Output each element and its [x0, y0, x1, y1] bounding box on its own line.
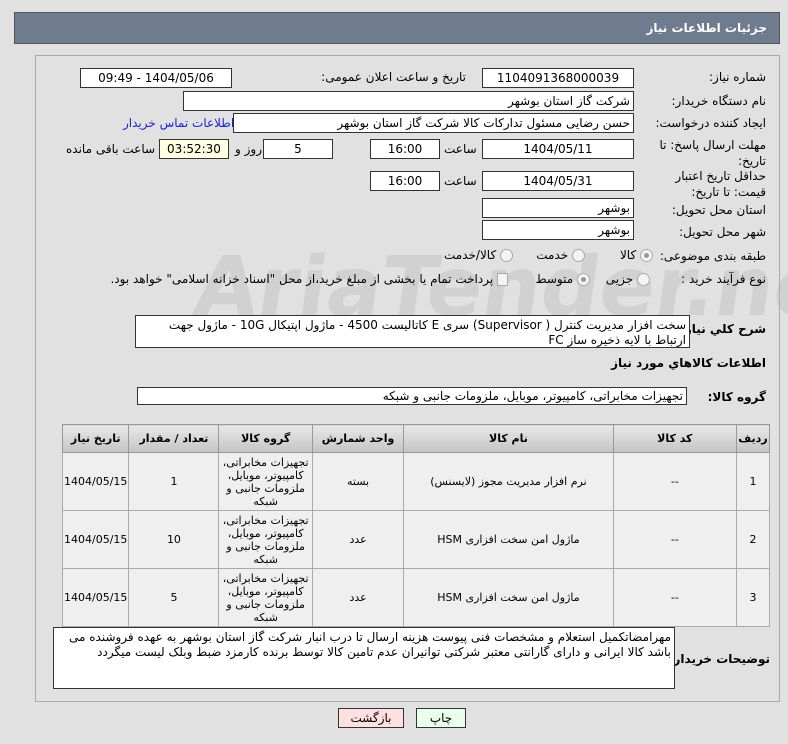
- deadline-time-field: 16:00: [370, 139, 440, 159]
- col-header-qty: تعداد / مقدار: [128, 424, 220, 453]
- days-field: 5: [263, 139, 333, 159]
- validity-time-label: ساعت: [444, 174, 477, 188]
- group-label: گروه کالا:: [707, 390, 766, 404]
- cell-row-number: 2: [736, 510, 770, 569]
- contact-buyer-link[interactable]: اطلاعات تماس خریدار: [123, 116, 234, 130]
- validity-label: حداقل تاریخ اعتبار قیمت: تا تاریخ:: [675, 169, 766, 199]
- back-button[interactable]: بازگشت: [338, 708, 404, 728]
- table-row: 1 -- نرم افزار مدیریت مجوز (لایسنس) بسته تجه…: [61, 452, 770, 511]
- deadline-label: مهلت ارسال پاسخ: تا تاریخ:: [659, 138, 766, 168]
- print-button[interactable]: چاپ: [416, 708, 466, 728]
- process-label: نوع فرآیند خرید :: [681, 272, 766, 286]
- validity-time-field: 16:00: [370, 171, 440, 191]
- category-option-goods[interactable]: کالا: [620, 248, 653, 262]
- group-field: تجهیزات مخابراتی، کامپیوتر، موبایل، ملزو…: [137, 387, 687, 405]
- payment-option[interactable]: پرداخت تمام یا بخشی از مبلغ خرید،از محل …: [110, 272, 508, 286]
- cell-item-group: تجهیزات مخابراتی، کامپیوتر، موبایل، ملزو…: [218, 452, 313, 511]
- need-number-label: شماره نیاز:: [709, 70, 766, 84]
- creator-label: ایجاد کننده درخواست:: [655, 116, 766, 130]
- table-row: 2 -- ماژول امن سخت افزاری HSM عدد تجهیزات مخ…: [61, 510, 770, 569]
- col-header-row: ردیف: [736, 424, 770, 453]
- category-label: طبقه بندی موضوعی:: [659, 249, 766, 263]
- deadline-time-label: ساعت: [444, 142, 477, 156]
- cell-item-code: --: [612, 452, 738, 511]
- process-option-medium[interactable]: متوسط: [535, 272, 590, 286]
- col-header-group: گروه کالا: [218, 424, 313, 453]
- table-row: 3 -- ماژول امن سخت افزاری HSM عدد تجهیزات مخ…: [61, 568, 770, 627]
- cell-need-date: 1404/05/15: [61, 568, 130, 627]
- cell-quantity: 10: [128, 510, 220, 569]
- page-header: جزئیات اطلاعات نیاز: [14, 12, 780, 44]
- radio-icon[interactable]: [500, 249, 513, 262]
- cell-need-date: 1404/05/15: [61, 452, 130, 511]
- goods-info-title: اطلاعات کالاهاي مورد نياز: [611, 356, 766, 370]
- remaining-time-field: 03:52:30: [159, 139, 229, 159]
- cell-row-number: 3: [736, 568, 770, 627]
- cell-item-code: --: [612, 510, 738, 569]
- validity-date-field: 1404/05/31: [482, 171, 634, 191]
- cell-unit: عدد: [311, 568, 405, 627]
- cell-unit: عدد: [311, 510, 405, 569]
- cell-need-date: 1404/05/15: [61, 510, 130, 569]
- notes-textarea[interactable]: مهرامضاتکمیل استعلام و مشخصات فنی پیوست …: [53, 627, 675, 689]
- cell-item-group: تجهیزات مخابراتی، کامپیوتر، موبایل، ملزو…: [218, 510, 313, 569]
- notes-label: توضیحات خریدار:: [668, 652, 770, 666]
- page-title: جزئیات اطلاعات نیاز: [646, 21, 767, 35]
- province-field: بوشهر: [482, 198, 634, 218]
- days-label: روز و: [235, 142, 262, 156]
- buyer-org-label: نام دستگاه خریدار:: [671, 94, 767, 108]
- radio-icon[interactable]: [640, 249, 653, 262]
- announce-label: تاریخ و ساعت اعلان عمومی:: [321, 70, 466, 84]
- city-label: شهر محل تحویل:: [679, 225, 766, 239]
- description-textarea[interactable]: سخت افزار مدیریت کنترل ( Supervisor) سری…: [135, 315, 690, 348]
- cell-quantity: 1: [128, 452, 220, 511]
- cell-item-name: ماژول امن سخت افزاری HSM: [403, 568, 614, 627]
- goods-table: ردیف کد کالا نام کالا واحد شمارش گروه کا…: [61, 424, 770, 627]
- process-option-minor[interactable]: جزیی: [606, 272, 650, 286]
- col-header-code: کد کالا: [612, 424, 738, 453]
- creator-field: حسن رضایی مسئول تدارکات کالا شرکت گاز اس…: [233, 113, 634, 133]
- cell-item-code: --: [612, 568, 738, 627]
- radio-icon[interactable]: [637, 273, 650, 286]
- checkbox-icon[interactable]: [497, 273, 508, 286]
- cell-quantity: 5: [128, 568, 220, 627]
- announce-field: 1404/05/06 - 09:49: [80, 68, 232, 88]
- radio-icon[interactable]: [577, 273, 590, 286]
- cell-item-name: نرم افزار مدیریت مجوز (لایسنس): [403, 452, 614, 511]
- cell-unit: بسته: [311, 452, 405, 511]
- remaining-label: ساعت باقی مانده: [66, 142, 156, 156]
- radio-icon[interactable]: [572, 249, 585, 262]
- cell-item-name: ماژول امن سخت افزاری HSM: [403, 510, 614, 569]
- cell-item-group: تجهیزات مخابراتی، کامپیوتر، موبایل، ملزو…: [218, 568, 313, 627]
- deadline-date-field: 1404/05/11: [482, 139, 634, 159]
- col-header-name: نام کالا: [403, 424, 614, 453]
- description-label: شرح کلي نياز:: [680, 322, 766, 336]
- cell-row-number: 1: [736, 452, 770, 511]
- city-field: بوشهر: [482, 220, 634, 240]
- buyer-org-field: شرکت گاز استان بوشهر: [183, 91, 634, 111]
- col-header-unit: واحد شمارش: [311, 424, 405, 453]
- category-option-service[interactable]: خدمت: [536, 248, 585, 262]
- province-label: استان محل تحویل:: [671, 203, 766, 217]
- need-number-field: 1104091368000039: [482, 68, 634, 88]
- col-header-date: تاریخ نیاز: [61, 424, 130, 453]
- category-option-both[interactable]: کالا/خدمت: [444, 248, 513, 262]
